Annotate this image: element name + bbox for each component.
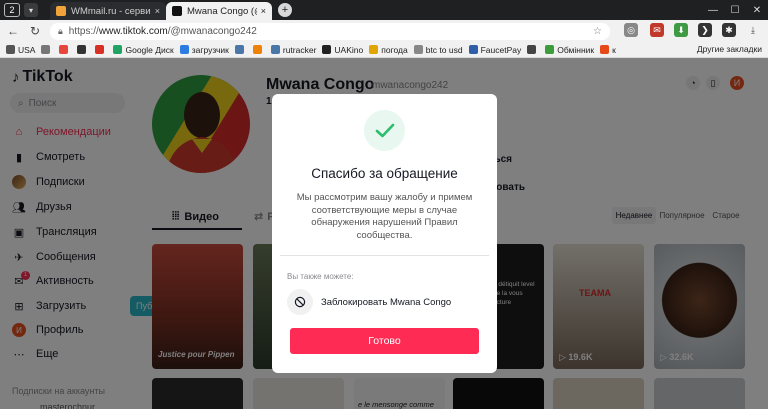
bookmark-label: Google Диск	[125, 44, 174, 55]
bookmark-favicon-icon	[545, 45, 555, 54]
reload-icon[interactable]: ↻	[26, 22, 44, 40]
bookmark-item[interactable]: FaucetPay	[468, 44, 522, 55]
bookmark-favicon-icon	[41, 45, 51, 54]
bookmark-item[interactable]	[527, 45, 539, 54]
tab-list-chevron-icon[interactable]: ▾	[24, 3, 38, 17]
bookmark-favicon-icon	[468, 45, 478, 54]
close-window-button[interactable]: ✕	[746, 0, 768, 20]
block-user-option[interactable]: Заблокировать Mwana Congo	[287, 289, 487, 315]
also-label: Вы также можете:	[287, 272, 354, 281]
block-icon	[287, 289, 313, 315]
downloads-icon[interactable]: ⤓	[746, 23, 760, 37]
url-path: /@mwanacongo242	[167, 25, 257, 37]
bookmark-label: к	[612, 44, 616, 55]
bookmark-favicon-icon	[413, 45, 423, 54]
bookmark-item[interactable]: к	[600, 45, 616, 55]
mail-extension-icon[interactable]: ✉	[650, 23, 664, 37]
bookmark-label: загрузчик	[191, 44, 229, 55]
browser-tabstrip: 2 ▾ WMmail.ru - сервис почт × Mwana Cong…	[0, 0, 768, 20]
other-bookmarks[interactable]: Другие закладки	[697, 44, 762, 54]
bookmark-favicon-icon	[6, 45, 15, 54]
bookmark-favicon-icon	[234, 45, 244, 54]
url-scheme: https://	[68, 25, 99, 37]
lock-icon: 🔒︎	[58, 25, 63, 36]
download-extension-icon[interactable]: ⬇	[674, 23, 688, 37]
bookmark-item[interactable]	[234, 45, 247, 54]
bookmark-favicon-icon	[270, 45, 280, 54]
report-confirmation-dialog: Спасибо за обращение Мы рассмотрим вашу …	[272, 94, 497, 373]
bookmark-item[interactable]: Обмінник	[545, 45, 594, 55]
tab-close-icon[interactable]: ×	[261, 6, 266, 16]
wmmail-favicon-icon	[56, 6, 66, 16]
bookmark-label: btc to usd	[425, 44, 463, 55]
dialog-title: Спасибо за обращение	[311, 166, 458, 181]
bookmark-item[interactable]: UAKino	[322, 45, 363, 55]
bookmark-favicon-icon	[113, 45, 123, 54]
done-button[interactable]: Готово	[290, 328, 479, 354]
back-icon[interactable]: ←	[4, 22, 22, 40]
url-field[interactable]: 🔒︎ https://www.tiktok.com/@mwanacongo242…	[50, 22, 610, 40]
maximize-button[interactable]: ☐	[724, 0, 746, 20]
bookmark-item[interactable]: rutracker	[270, 44, 317, 55]
bookmark-favicon-icon	[252, 45, 262, 54]
bookmark-favicon-icon	[600, 45, 610, 54]
new-tab-button[interactable]: +	[278, 3, 292, 17]
bookmark-label: Обмінник	[557, 44, 595, 55]
bookmark-label: USA	[18, 44, 36, 55]
bookmark-favicon-icon	[322, 45, 332, 54]
tiktok-favicon-icon	[172, 6, 182, 16]
bookmark-star-icon[interactable]: ☆	[593, 26, 602, 37]
success-check-icon	[364, 110, 405, 151]
bookmark-favicon-icon	[95, 45, 105, 54]
bookmarks-bar: USA Google Диск загрузчик rutracker UAKino по…	[0, 42, 768, 58]
bookmark-item[interactable]	[41, 45, 53, 54]
bookmark-item[interactable]: USA	[6, 45, 35, 55]
divider	[280, 255, 489, 256]
minimize-button[interactable]: —	[702, 0, 724, 20]
tab-counter[interactable]: 2	[4, 3, 20, 17]
bookmark-label: погода	[381, 44, 408, 55]
bookmark-label: rutracker	[282, 44, 317, 55]
bookmark-label: FaucetPay	[480, 44, 522, 55]
bookmark-label: UAKino	[334, 44, 364, 55]
extension-icon[interactable]: ❯	[698, 23, 712, 37]
bookmark-favicon-icon	[369, 45, 379, 54]
bookmark-item[interactable]: Google Диск	[113, 44, 174, 55]
bookmark-item[interactable]	[252, 45, 265, 54]
bookmark-item[interactable]: btc to usd	[413, 44, 463, 55]
bookmark-item[interactable]	[77, 45, 89, 54]
tab-close-icon[interactable]: ×	[155, 6, 160, 16]
bookmark-item[interactable]: погода	[369, 44, 408, 55]
dialog-description: Мы рассмотрим вашу жалобу и примем соотв…	[296, 192, 473, 241]
url-host: www.tiktok.com	[98, 25, 168, 37]
bookmark-item[interactable]	[59, 45, 71, 54]
bookmark-favicon-icon	[527, 45, 537, 54]
bookmark-favicon-icon	[77, 45, 87, 54]
puzzle-extension-icon[interactable]: ✱	[722, 23, 736, 37]
globe-extension-icon[interactable]: ◎	[624, 23, 638, 37]
bookmark-item[interactable]	[95, 45, 107, 54]
bookmark-favicon-icon	[179, 45, 189, 54]
tab-tiktok[interactable]: Mwana Congo (@mwana ×	[166, 2, 272, 20]
bookmark-item[interactable]: загрузчик	[179, 44, 229, 55]
tab-title: Mwana Congo (@mwana	[187, 5, 257, 17]
tab-title: WMmail.ru - сервис почт	[71, 5, 151, 17]
bookmark-favicon-icon	[59, 45, 69, 54]
block-user-label: Заблокировать Mwana Congo	[321, 296, 452, 308]
tab-wmmail[interactable]: WMmail.ru - сервис почт ×	[50, 2, 166, 20]
